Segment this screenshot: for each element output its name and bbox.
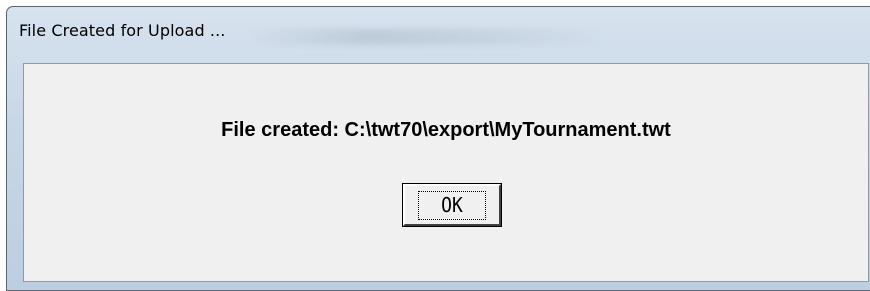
- ok-button[interactable]: OK: [402, 183, 502, 227]
- file-created-message: File created: C:\twt70\export\MyTourname…: [221, 119, 671, 141]
- ok-button-label: OK: [441, 192, 463, 218]
- dialog-window: File Created for Upload ... File created…: [6, 6, 870, 291]
- window-title: File Created for Upload ...: [19, 21, 226, 40]
- focus-rectangle: OK: [418, 190, 486, 220]
- title-bar[interactable]: File Created for Upload ...: [7, 7, 870, 57]
- dialog-client-area: File created: C:\twt70\export\MyTourname…: [23, 63, 869, 282]
